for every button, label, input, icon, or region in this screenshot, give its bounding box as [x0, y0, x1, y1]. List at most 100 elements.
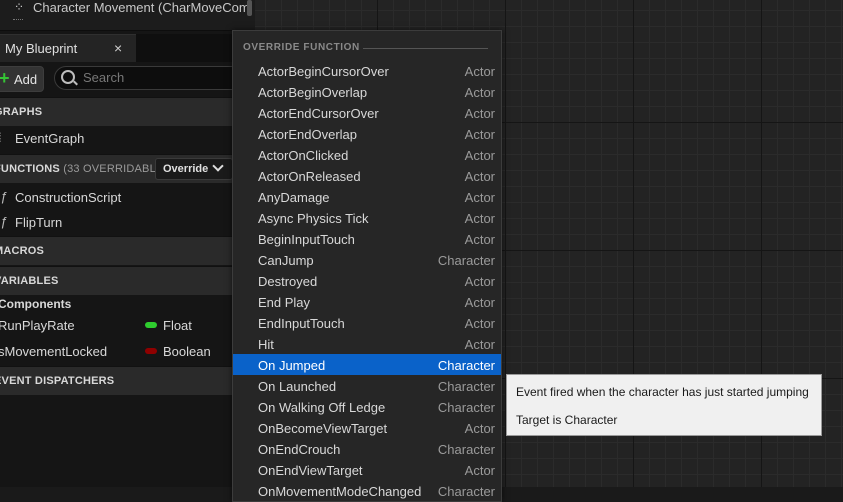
tab-title: My Blueprint: [5, 41, 78, 56]
menu-item[interactable]: On Walking Off Ledge Character: [233, 396, 501, 417]
menu-item[interactable]: OnBecomeViewTarget Actor: [233, 417, 501, 438]
function-icon: ƒ: [0, 214, 8, 229]
menu-item-class: Character: [437, 379, 495, 394]
menu-item-class: Actor: [464, 295, 495, 310]
menu-item[interactable]: ActorOnReleased Actor: [233, 165, 501, 186]
variable-item[interactable]: sMovementLocked Boolean: [0, 339, 255, 363]
menu-item-class: Actor: [464, 169, 495, 184]
section-event-dispatchers[interactable]: EVENT DISPATCHERS: [0, 366, 255, 395]
tab-bar: My Blueprint ×: [0, 34, 255, 63]
close-icon[interactable]: ×: [114, 40, 122, 56]
section-variables[interactable]: VARIABLES: [0, 266, 255, 295]
menu-item-name: OnBecomeViewTarget: [258, 421, 388, 436]
menu-item-name: BeginInputTouch: [258, 232, 355, 247]
menu-item-name: ActorBeginOverlap: [258, 85, 368, 100]
component-label: Character Movement (CharMoveCom: [33, 0, 250, 15]
menu-item-class: Actor: [464, 190, 495, 205]
menu-item-name: ActorBeginCursorOver: [258, 64, 389, 79]
menu-item-name: OnEndViewTarget: [258, 463, 363, 478]
add-button-label: Add: [14, 72, 38, 87]
menu-item[interactable]: OnEndCrouch Character: [233, 438, 501, 459]
tab-my-blueprint[interactable]: My Blueprint ×: [0, 34, 136, 63]
menu-item[interactable]: ActorOnClicked Actor: [233, 144, 501, 165]
menu-item[interactable]: On Jumped Character: [233, 354, 501, 375]
menu-item[interactable]: End Play Actor: [233, 291, 501, 312]
graph-item-eventgraph[interactable]: ⁞ EventGraph: [0, 126, 255, 150]
plus-icon: +: [0, 68, 10, 88]
function-item-label: FlipTurn: [15, 215, 63, 230]
graph-icon: ⁞: [0, 130, 2, 145]
menu-item-name: Hit: [258, 337, 274, 352]
menu-item-name: Async Physics Tick: [258, 211, 369, 226]
tooltip-target: Target is Character: [516, 413, 618, 427]
menu-item[interactable]: EndInputTouch Actor: [233, 312, 501, 333]
function-item-constructionscript[interactable]: ƒ ConstructionScript: [0, 185, 255, 209]
search-icon: [61, 70, 75, 84]
menu-item-class: Actor: [464, 337, 495, 352]
component-row[interactable]: ⁘ Character Movement (CharMoveCom: [0, 0, 255, 31]
menu-item-name: EndInputTouch: [258, 316, 345, 331]
section-graphs-label: GRAPHS: [0, 106, 43, 118]
menu-item-class: Actor: [464, 106, 495, 121]
menu-item-class: Actor: [464, 274, 495, 289]
variable-name: RunPlayRate: [0, 318, 75, 333]
menu-item[interactable]: Destroyed Actor: [233, 270, 501, 291]
section-variables-label: VARIABLES: [0, 275, 59, 287]
menu-header: OVERRIDE FUNCTION: [243, 42, 360, 53]
menu-item[interactable]: Async Physics Tick Actor: [233, 207, 501, 228]
menu-item-class: Actor: [464, 421, 495, 436]
tooltip-description: Event fired when the character has just …: [516, 385, 809, 399]
menu-item-name: ActorEndCursorOver: [258, 106, 379, 121]
section-macros-label: MACROS: [0, 245, 45, 257]
variable-name: sMovementLocked: [0, 344, 108, 359]
menu-item-class: Actor: [464, 463, 495, 478]
menu-item-class: Actor: [464, 127, 495, 142]
menu-item-class: Actor: [464, 85, 495, 100]
menu-item[interactable]: OnEndViewTarget Actor: [233, 459, 501, 480]
menu-item-name: CanJump: [258, 253, 314, 268]
movement-component-icon: ⁘: [14, 0, 25, 14]
variable-item[interactable]: RunPlayRate Float: [0, 313, 255, 337]
menu-item-class: Character: [437, 358, 495, 373]
menu-item[interactable]: On Launched Character: [233, 375, 501, 396]
menu-item-class: Character: [437, 400, 495, 415]
menu-item-name: Destroyed: [258, 274, 318, 289]
menu-item-name: End Play: [258, 295, 311, 310]
override-function-menu: OVERRIDE FUNCTION ActorBeginCursorOver Ac…: [232, 30, 502, 502]
function-item-flipturn[interactable]: ƒ FlipTurn: [0, 210, 255, 234]
menu-item[interactable]: ActorEndOverlap Actor: [233, 123, 501, 144]
blueprint-toolbar: + Add: [0, 62, 255, 94]
menu-item[interactable]: AnyDamage Actor: [233, 186, 501, 207]
menu-item[interactable]: ActorEndCursorOver Actor: [233, 102, 501, 123]
variable-type: Boolean: [163, 344, 211, 359]
menu-item-class: Actor: [464, 148, 495, 163]
chevron-down-icon: [212, 160, 224, 172]
search-box[interactable]: [54, 66, 255, 90]
add-button[interactable]: + Add: [0, 66, 44, 92]
override-dropdown[interactable]: Override: [155, 158, 233, 180]
left-panel: ⁘ Character Movement (CharMoveCom My Blu…: [0, 0, 255, 487]
menu-item-class: Actor: [464, 211, 495, 226]
function-item-label: ConstructionScript: [15, 190, 122, 205]
menu-header-divider: [363, 48, 488, 49]
menu-item-class: Character: [437, 484, 495, 499]
menu-item-name: On Walking Off Ledge: [258, 400, 386, 415]
override-label: Override: [163, 163, 209, 175]
section-macros[interactable]: MACROS: [0, 236, 255, 265]
variable-category-components[interactable]: Components: [0, 297, 71, 311]
menu-item-name: ActorOnClicked: [258, 148, 349, 163]
section-functions-label: FUNCTIONS (33 OVERRIDABLE): [0, 163, 168, 175]
section-graphs[interactable]: GRAPHS: [0, 97, 255, 126]
menu-item[interactable]: CanJump Character: [233, 249, 501, 270]
menu-item-name: OnMovementModeChanged: [258, 484, 422, 499]
menu-item[interactable]: ActorBeginOverlap Actor: [233, 81, 501, 102]
section-functions[interactable]: FUNCTIONS (33 OVERRIDABLE) Override: [0, 154, 255, 183]
graph-item-label: EventGraph: [15, 131, 85, 146]
search-input[interactable]: [83, 69, 243, 85]
menu-item[interactable]: OnMovementModeChanged Character: [233, 480, 501, 501]
components-scrollbar[interactable]: [247, 0, 252, 16]
menu-item-class: Actor: [464, 232, 495, 247]
menu-item[interactable]: BeginInputTouch Actor: [233, 228, 501, 249]
menu-item[interactable]: ActorBeginCursorOver Actor: [233, 60, 501, 81]
menu-item[interactable]: Hit Actor: [233, 333, 501, 354]
